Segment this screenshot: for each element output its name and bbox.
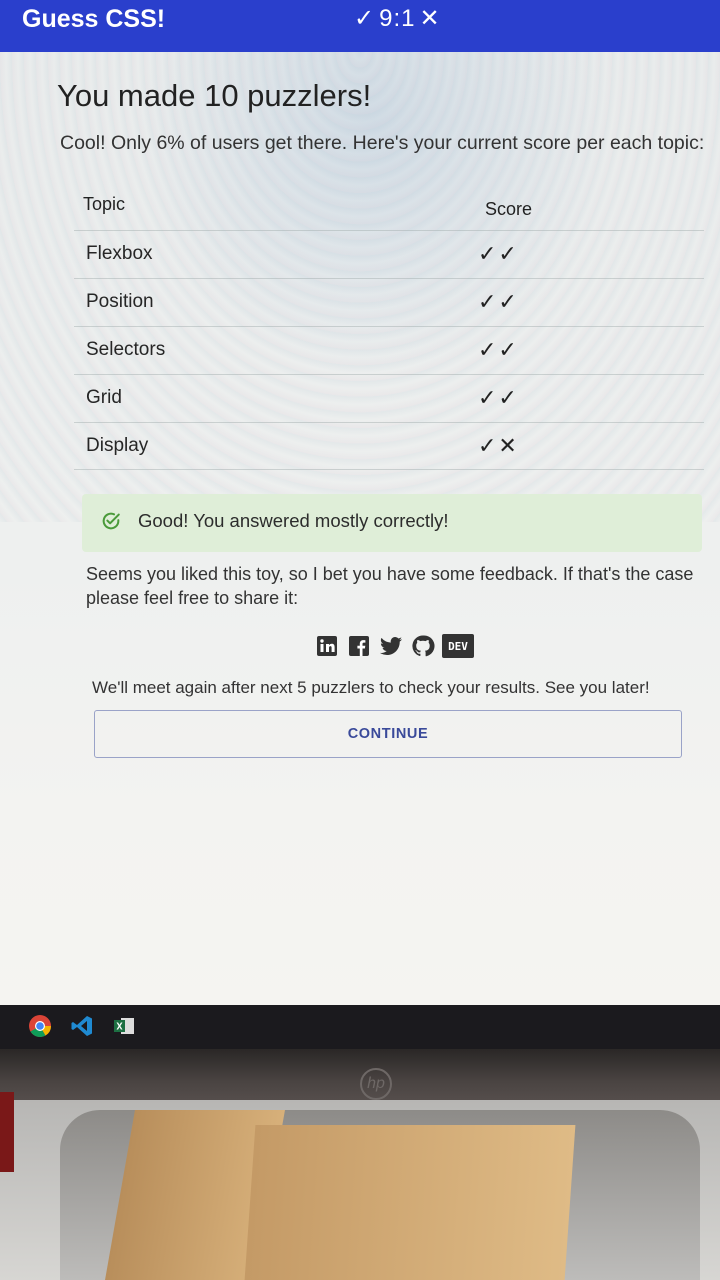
linkedin-icon[interactable] (314, 634, 340, 658)
app-title: Guess CSS! (22, 5, 166, 33)
hp-logo: hp (360, 1068, 392, 1100)
score-text: 9:1 (379, 5, 416, 32)
topic-cell: Grid (86, 387, 122, 408)
social-links: DEV (314, 634, 474, 658)
column-header-topic: Topic (83, 194, 126, 214)
success-alert: Good! You answered mostly correctly! (82, 494, 702, 552)
wooden-board (244, 1125, 576, 1280)
score-cell: ✓✓ (478, 289, 519, 314)
dev-icon[interactable]: DEV (442, 634, 474, 658)
topic-cell: Flexbox (86, 243, 153, 264)
next-check-text: We'll meet again after next 5 puzzlers t… (92, 678, 650, 697)
table-header: Topic Score (74, 182, 704, 230)
os-taskbar (0, 1005, 720, 1049)
score-table: Topic Score Flexbox ✓✓ Position ✓✓ Selec… (74, 182, 704, 470)
app-bar: Guess CSS! ✓ 9:1 ✕ (0, 0, 720, 52)
feedback-text: Seems you liked this toy, so I bet you h… (86, 564, 694, 608)
column-header-score: Score (485, 199, 533, 219)
topic-cell: Selectors (86, 339, 166, 360)
chrome-icon[interactable] (28, 1014, 52, 1038)
score-cell: ✓✓ (478, 337, 519, 362)
wrong-icon: ✕ (419, 5, 441, 32)
check-circle-icon (102, 512, 120, 530)
score-cell: ✓✓ (478, 385, 519, 410)
page-title: You made 10 puzzlers! (57, 78, 372, 113)
page-subtitle: Cool! Only 6% of users get there. Here's… (60, 132, 705, 154)
github-icon[interactable] (410, 634, 436, 658)
topic-cell: Position (86, 291, 154, 312)
continue-button[interactable]: CONTINUE (94, 710, 682, 758)
score-cell: ✓✕ (478, 433, 519, 458)
results-panel: You made 10 puzzlers! Cool! Only 6% of u… (0, 52, 720, 1012)
vscode-icon[interactable] (70, 1014, 94, 1038)
twitter-icon[interactable] (378, 634, 404, 658)
topic-cell: Display (86, 435, 149, 456)
correct-icon: ✓ (354, 5, 376, 32)
table-row: Grid ✓✓ (74, 374, 704, 422)
score-counter: ✓ 9:1 ✕ (354, 5, 441, 33)
red-object (0, 1092, 14, 1172)
browser-screen: Guess CSS! ✓ 9:1 ✕ You made 10 puzzlers!… (0, 0, 720, 1012)
table-row: Selectors ✓✓ (74, 326, 704, 374)
alert-message: Good! You answered mostly correctly! (138, 510, 449, 531)
excel-icon[interactable] (112, 1014, 136, 1038)
score-cell: ✓✓ (478, 241, 519, 266)
table-row: Flexbox ✓✓ (74, 230, 704, 278)
table-row: Position ✓✓ (74, 278, 704, 326)
facebook-icon[interactable] (346, 634, 372, 658)
table-row: Display ✓✕ (74, 422, 704, 470)
